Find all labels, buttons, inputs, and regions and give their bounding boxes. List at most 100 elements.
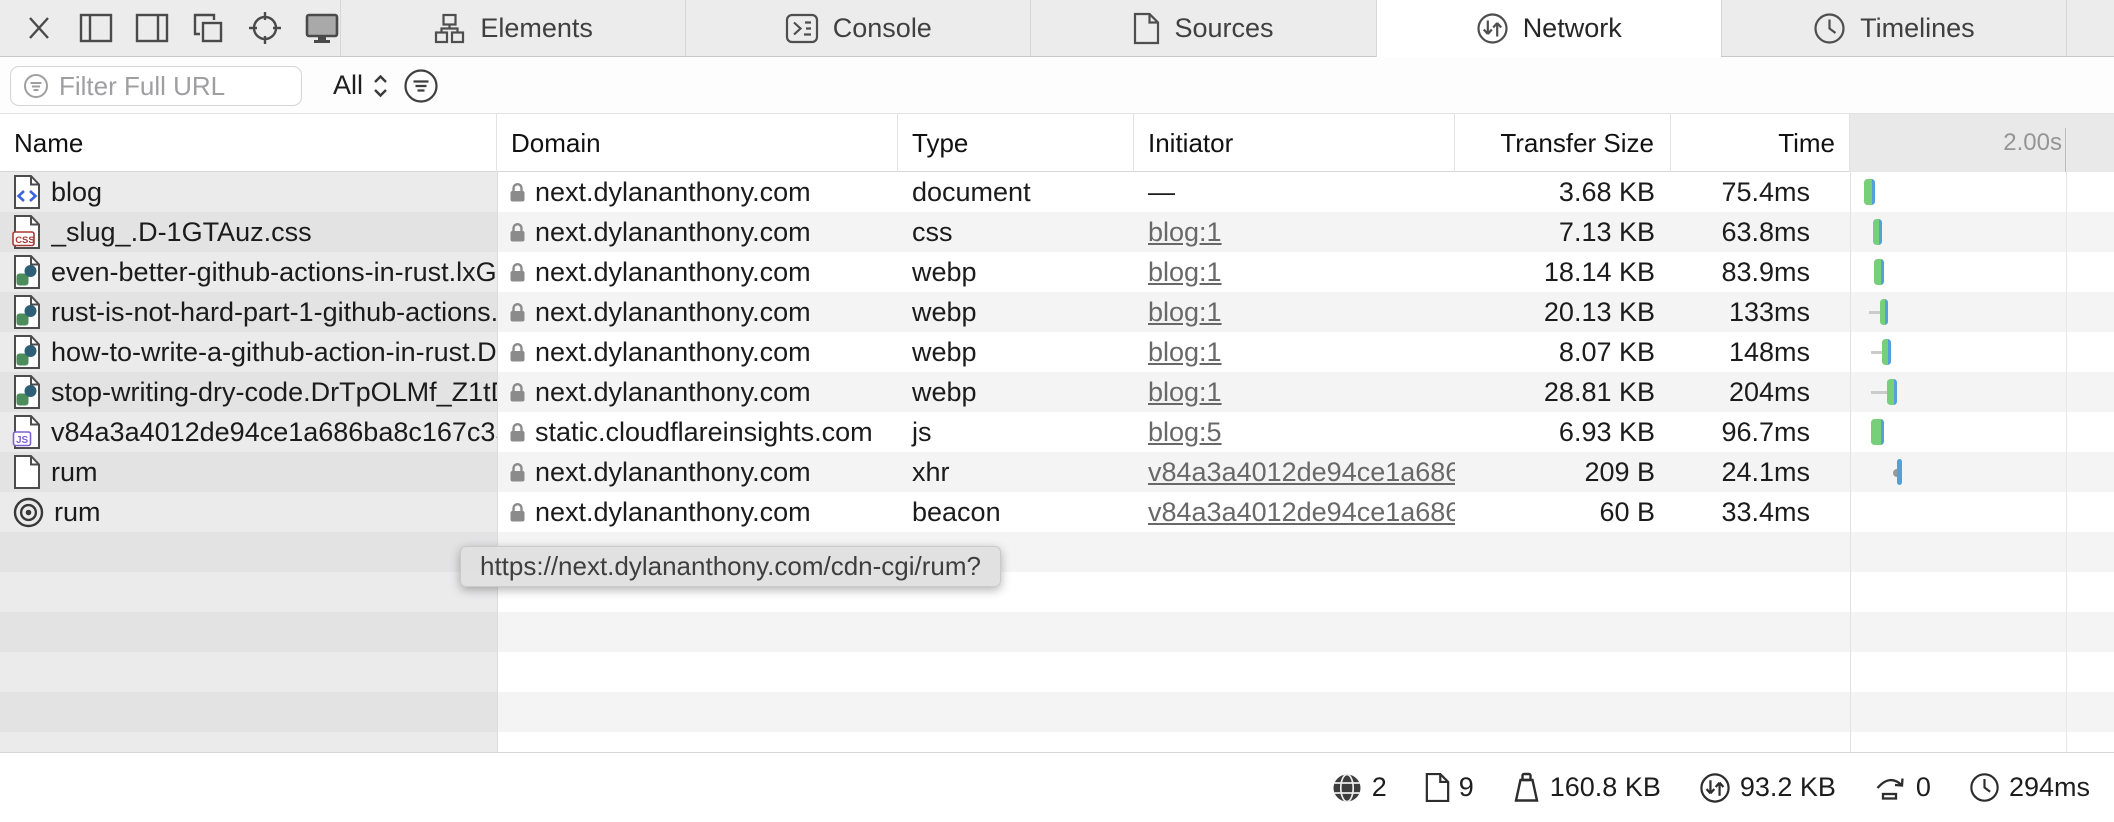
close-icon[interactable] — [22, 8, 56, 48]
request-transfer-size: 7.13 KB — [1558, 216, 1655, 247]
detach-window-icon[interactable] — [191, 8, 225, 48]
tab-elements[interactable]: Elements — [340, 0, 685, 56]
waterfall-bar[interactable] — [1873, 219, 1882, 245]
table-row[interactable]: CSS _slug_.D-1GTAuz.css next.dylananthony.… — [0, 212, 2114, 252]
request-time: 148ms — [1728, 336, 1810, 367]
table-row[interactable]: rust-is-not-hard-part-1-github-actions.…… — [0, 292, 2114, 332]
waterfall-cell — [1850, 412, 2114, 452]
request-domain: next.dylananthony.com — [535, 176, 811, 207]
table-row[interactable]: blog next.dylananthony.com document — 3.68 K… — [0, 172, 2114, 212]
request-domain: next.dylananthony.com — [535, 296, 811, 327]
request-time: 24.1ms — [1721, 456, 1810, 487]
request-name: even-better-github-actions-in-rust.lxG… — [51, 256, 497, 287]
lock-icon — [509, 222, 526, 243]
table-row[interactable]: JS v84a3a4012de94ce1a686ba8c167c35… static… — [0, 412, 2114, 452]
waterfall-bar[interactable] — [1880, 299, 1888, 325]
request-time: 133ms — [1728, 296, 1810, 327]
table-row[interactable]: even-better-github-actions-in-rust.lxG… n… — [0, 252, 2114, 292]
table-row[interactable]: stop-writing-dry-code.DrTpOLMf_Z1tD… next… — [0, 372, 2114, 412]
waterfall-header[interactable]: 2.00s — [1850, 114, 2114, 172]
dock-left-icon[interactable] — [78, 8, 112, 48]
tab-network[interactable]: Network — [1375, 0, 1721, 57]
initiator-link[interactable]: blog:1 — [1148, 337, 1222, 368]
lock-icon — [509, 422, 526, 443]
empty-row — [0, 612, 2114, 652]
tab-timelines[interactable]: Timelines — [1720, 0, 2066, 56]
request-name: blog — [51, 176, 103, 207]
inspect-element-icon[interactable] — [248, 8, 282, 48]
tab-label: Timelines — [1860, 12, 1975, 43]
initiator-link[interactable]: blog:1 — [1148, 217, 1222, 248]
table-row[interactable]: how-to-write-a-github-action-in-rust.D… n… — [0, 332, 2114, 372]
table-row[interactable]: rum next.dylananthony.com xhr v84a3a4012de9… — [0, 452, 2114, 492]
request-type: document — [912, 176, 1031, 207]
dock-right-icon[interactable] — [135, 8, 169, 48]
table-row[interactable]: rum next.dylananthony.com beacon v84a3a4012… — [0, 492, 2114, 532]
clock-icon — [1969, 772, 2000, 803]
status-value: 93.2 KB — [1739, 772, 1836, 802]
request-type: webp — [912, 256, 977, 287]
weight-icon — [1512, 772, 1541, 803]
filter-url-input[interactable]: Filter Full URL — [10, 66, 302, 106]
filter-icon — [23, 73, 49, 99]
request-transfer-size: 20.13 KB — [1543, 296, 1655, 327]
waterfall-bar[interactable] — [1897, 459, 1902, 485]
waterfall-cell — [1850, 452, 2114, 492]
tab-label: Console — [832, 12, 932, 43]
request-time: 75.4ms — [1721, 176, 1810, 207]
request-time: 83.9ms — [1721, 256, 1810, 287]
column-header-initiator[interactable]: Initiator — [1134, 114, 1455, 172]
tab-sources[interactable]: Sources — [1030, 0, 1375, 56]
column-header-domain[interactable]: Domain — [497, 114, 898, 172]
status-value: 2 — [1371, 772, 1387, 802]
globe-icon — [1331, 772, 1363, 804]
inspector-toolbar — [0, 0, 340, 56]
network-filter-bar: Filter Full URL All — [0, 57, 2114, 114]
waterfall-cell — [1850, 332, 2114, 372]
tab-console[interactable]: Console — [685, 0, 1030, 56]
device-icon[interactable] — [304, 8, 340, 48]
waterfall-bar[interactable] — [1882, 339, 1891, 365]
request-domain: next.dylananthony.com — [535, 336, 811, 367]
waterfall-bar[interactable] — [1887, 379, 1897, 405]
lock-icon — [509, 342, 526, 363]
image-doc-icon — [12, 334, 42, 370]
column-header-time[interactable]: Time — [1671, 114, 1850, 172]
document-icon — [1425, 772, 1450, 803]
css-doc-icon: CSS — [12, 214, 42, 250]
initiator-link[interactable]: blog:1 — [1148, 257, 1222, 288]
lock-icon — [509, 502, 526, 523]
initiator-link[interactable]: blog:5 — [1148, 417, 1222, 448]
svg-text:CSS: CSS — [15, 235, 35, 246]
empty-row — [0, 732, 2114, 752]
js-doc-icon: JS — [12, 414, 42, 450]
initiator-link[interactable]: v84a3a4012de94ce1a686… — [1148, 497, 1455, 528]
waterfall-bar[interactable] — [1874, 259, 1884, 285]
status-item-transfer: 93.2 KB — [1699, 772, 1836, 804]
lock-icon — [509, 462, 526, 483]
waterfall-wait-segment — [1871, 350, 1882, 354]
request-name: rum — [54, 496, 101, 527]
initiator-link[interactable]: v84a3a4012de94ce1a686… — [1148, 457, 1455, 488]
request-type: beacon — [912, 496, 1001, 527]
column-divider[interactable] — [497, 172, 498, 752]
initiator-link[interactable]: blog:1 — [1148, 297, 1222, 328]
resource-type-scope[interactable]: All — [333, 57, 389, 114]
waterfall-scale-label: 2.00s — [2003, 129, 2062, 156]
transfer-icon — [1699, 772, 1731, 804]
waterfall-bar[interactable] — [1864, 179, 1875, 205]
status-item-redirect: 0 — [1874, 772, 1931, 803]
web-inspector-network-panel: Elements Console Sources Network Timelines F… — [0, 0, 2114, 822]
status-item-weight: 160.8 KB — [1512, 772, 1661, 803]
network-status-bar: 2 9 160.8 KB 93.2 KB 0 294ms — [0, 752, 2114, 822]
column-header-name[interactable]: Name — [0, 114, 497, 172]
waterfall-cell — [1850, 212, 2114, 252]
column-divider — [1850, 172, 1851, 752]
column-header-transfer-size[interactable]: Transfer Size — [1455, 114, 1671, 172]
waterfall-bar[interactable] — [1871, 419, 1884, 445]
request-transfer-size: 209 B — [1584, 456, 1655, 487]
beacon-icon — [12, 496, 45, 529]
filter-options-button[interactable] — [403, 68, 439, 104]
column-header-type[interactable]: Type — [898, 114, 1134, 172]
initiator-link[interactable]: blog:1 — [1148, 377, 1222, 408]
